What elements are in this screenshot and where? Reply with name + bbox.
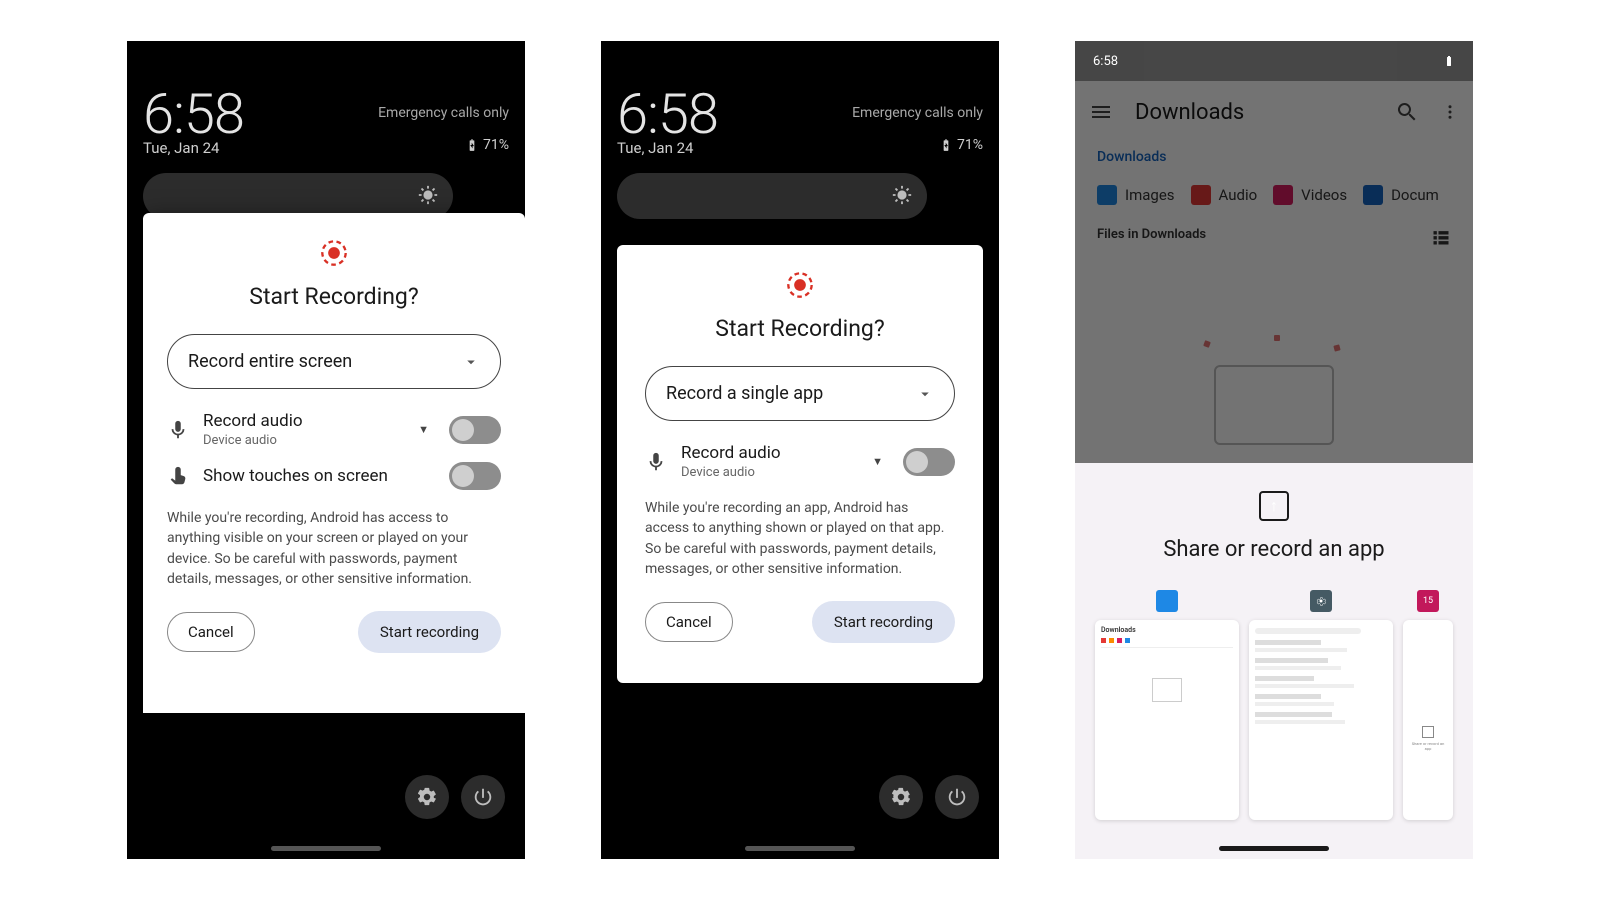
power-button[interactable] [461,775,505,819]
breadcrumb[interactable]: Downloads [1075,143,1473,171]
gear-icon [416,786,438,808]
list-view-icon[interactable] [1431,227,1451,247]
battery-percent: 71% [483,137,509,153]
phone-screenshot-1: 6:58 Tue, Jan 24 Emergency calls only 71… [127,41,525,859]
sheet-title: Share or record an app [1075,537,1473,562]
audio-title: Record audio [681,443,858,463]
chip-documents[interactable]: Docum [1363,185,1439,205]
app-option-files[interactable]: Downloads [1095,590,1239,820]
clock-date: Tue, Jan 24 [143,139,219,157]
network-status: Emergency calls only [378,105,509,121]
record-dialog: Start Recording? Record entire screen Re… [143,213,525,713]
app-preview: Downloads [1095,620,1239,820]
app-option-calendar[interactable]: 15 Share or record an app [1403,590,1453,820]
battery-indicator: 71% [939,137,983,153]
touch-icon [167,465,189,487]
network-status: Emergency calls only [852,105,983,121]
battery-indicator: 71% [465,137,509,153]
filter-chips: Images Audio Videos Docum [1075,171,1473,219]
hamburger-icon[interactable] [1089,100,1113,124]
gear-icon [890,786,912,808]
chip-audio[interactable]: Audio [1191,185,1258,205]
phone-screenshot-3: 6:58 Downloads Downloads Images Audio Vi… [1075,41,1473,859]
caret-down-icon: ▼ [418,423,429,436]
audio-toggle[interactable] [903,448,955,476]
nav-handle[interactable] [271,846,381,851]
record-icon [320,239,348,267]
record-audio-row[interactable]: Record audio Device audio ▼ [645,443,955,480]
app-preview: Share or record an app [1403,620,1453,820]
audio-title: Record audio [203,411,404,431]
more-icon[interactable] [1441,100,1459,124]
search-icon[interactable] [1395,100,1419,124]
chevron-down-icon [462,353,480,371]
record-icon [786,271,814,299]
files-app-icon [1156,590,1178,612]
nav-handle[interactable] [745,846,855,851]
dialog-title: Start Recording? [167,283,501,310]
dropdown-value: Record entire screen [188,351,352,372]
brightness-slider[interactable] [617,173,927,219]
nav-handle[interactable] [1219,846,1329,851]
status-bar: 6:58 [1075,41,1473,81]
start-recording-button[interactable]: Start recording [358,611,501,653]
battery-percent: 71% [957,137,983,153]
battery-charging-icon [939,138,953,152]
app-option-settings[interactable] [1249,590,1393,820]
record-scope-dropdown[interactable]: Record entire screen [167,334,501,389]
audio-subtitle: Device audio [203,433,404,448]
app-title: Downloads [1135,100,1373,125]
settings-button[interactable] [405,775,449,819]
start-recording-button[interactable]: Start recording [812,601,955,643]
chip-images[interactable]: Images [1097,185,1175,205]
power-button[interactable] [935,775,979,819]
touches-label: Show touches on screen [203,466,435,486]
power-icon [946,786,968,808]
disclaimer-text: While you're recording an app, Android h… [645,498,955,579]
mic-icon [167,419,189,441]
disclaimer-text: While you're recording, Android has acce… [167,508,501,589]
brightness-icon [891,184,913,206]
audio-toggle[interactable] [449,416,501,444]
clock-time: 6:58 [617,81,718,147]
mic-icon [645,451,667,473]
audio-subtitle: Device audio [681,465,858,480]
battery-charging-icon [465,138,479,152]
record-audio-row[interactable]: Record audio Device audio ▼ [167,411,501,448]
cancel-button[interactable]: Cancel [167,612,255,652]
clock-time: 6:58 [143,81,244,147]
files-section-header: Files in Downloads [1075,219,1473,255]
chevron-down-icon [916,385,934,403]
app-preview [1249,620,1393,820]
app-bar: Downloads [1075,81,1473,143]
status-time: 6:58 [1093,54,1118,69]
cancel-button[interactable]: Cancel [645,602,733,642]
show-touches-row[interactable]: Show touches on screen [167,462,501,490]
settings-app-icon [1310,590,1332,612]
brightness-icon [417,184,439,206]
record-scope-dropdown[interactable]: Record a single app [645,366,955,421]
calendar-app-icon: 15 [1417,590,1439,612]
settings-button[interactable] [879,775,923,819]
touches-toggle[interactable] [449,462,501,490]
record-dialog: Start Recording? Record a single app Rec… [617,245,983,683]
clock-date: Tue, Jan 24 [617,139,693,157]
files-label: Files in Downloads [1097,227,1206,247]
app-picker-row: Downloads [1075,590,1473,820]
cast-up-icon: ↑ [1259,491,1289,521]
phone-screenshot-2: 6:58 Tue, Jan 24 Emergency calls only 71… [601,41,999,859]
downloads-app: Downloads Downloads Images Audio Videos … [1075,81,1473,463]
share-record-sheet: ↑ Share or record an app Downloads [1075,463,1473,859]
power-icon [472,786,494,808]
dialog-title: Start Recording? [645,315,955,342]
chip-videos[interactable]: Videos [1273,185,1347,205]
battery-icon [1443,54,1455,68]
caret-down-icon: ▼ [872,455,883,468]
empty-illustration [1184,341,1364,461]
dropdown-value: Record a single app [666,383,823,404]
